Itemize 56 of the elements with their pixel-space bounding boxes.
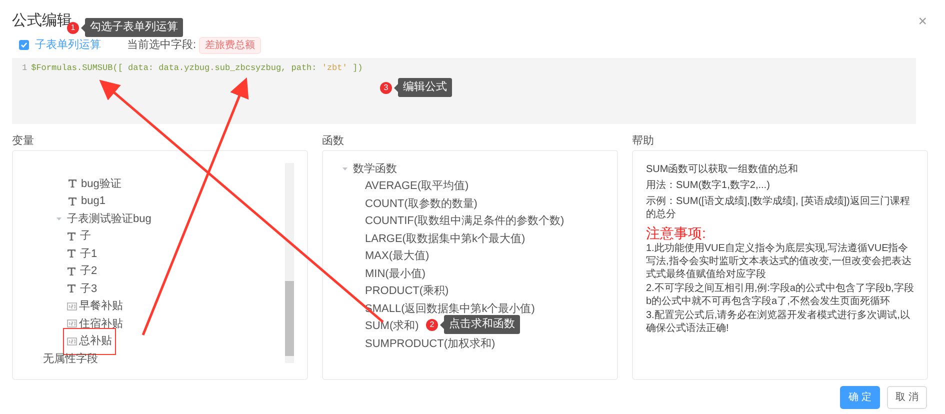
step-badge: 2 xyxy=(426,318,438,330)
tree-item[interactable]: 子3 xyxy=(80,280,98,297)
field-label: 当前选中字段: xyxy=(127,38,196,53)
caret-icon[interactable] xyxy=(341,164,349,173)
callout-tooltip: 编辑公式 xyxy=(398,78,452,97)
notes-heading: 注意事项: xyxy=(646,224,707,242)
number-type-icon xyxy=(67,302,77,311)
help-text: 2.不可字段之间互相引用,例:字段a的公式中包含了字段b,字段b的公式中就不可再包含字段a了,不然会发生页面死循环 xyxy=(646,282,914,308)
callout-tooltip: 勾选子表单列运算 xyxy=(85,18,183,37)
text-type-icon xyxy=(67,284,76,294)
help-text: 用法：SUM(数字1,数字2,...) xyxy=(646,179,771,192)
callout-pointer-icon xyxy=(440,320,444,328)
text-type-icon xyxy=(68,196,77,206)
panel-title: 变量 xyxy=(12,134,35,148)
tree-item[interactable]: bug验证 xyxy=(81,176,122,192)
tree-item[interactable]: 早餐补贴 xyxy=(79,298,123,314)
tree-item[interactable]: bug1 xyxy=(81,193,106,210)
function-item[interactable]: AVERAGE(取平均值) xyxy=(365,178,469,194)
function-item[interactable]: COUNT(取参数的数量) xyxy=(365,196,478,212)
number-type-icon xyxy=(67,336,77,346)
tree-item[interactable]: 子 xyxy=(80,228,91,244)
panel-title: 函数 xyxy=(322,134,345,148)
callout-pointer-icon xyxy=(81,24,85,32)
scrollbar[interactable] xyxy=(285,163,294,363)
tree-item[interactable]: 数学函数 xyxy=(353,160,397,177)
function-item[interactable]: SUMPRODUCT(加权求和) xyxy=(365,336,496,352)
help-text: SUM函数可以获取一组数值的总和 xyxy=(646,163,800,176)
function-item[interactable]: MAX(最大值) xyxy=(365,248,430,264)
text-type-icon xyxy=(68,179,77,188)
code-line: $Formulas.SUMSUB([ data: data.yzbug.sub_zbcsyzbug, path: 'zbt' ]) xyxy=(31,62,363,75)
caret-icon[interactable] xyxy=(55,214,63,223)
help-text: 3.配置完公式后,请务必在浏览器开发者模式进行多次调试,以确保公式语法正确! xyxy=(646,309,911,335)
cancel-button[interactable]: 取 消 xyxy=(887,386,927,409)
function-item[interactable]: SUM(求和) xyxy=(365,318,419,334)
tree-item[interactable]: 子2 xyxy=(80,263,98,280)
function-item[interactable]: MIN(最小值) xyxy=(365,266,426,282)
text-type-icon xyxy=(67,266,76,276)
line-number: 1 xyxy=(22,62,28,75)
function-item[interactable]: LARGE(取数据集中第k个最大值) xyxy=(365,230,526,247)
text-type-icon xyxy=(67,249,76,258)
text-type-icon xyxy=(67,232,76,241)
tree-item[interactable]: 总补贴 xyxy=(79,333,112,350)
function-item[interactable]: COUNTIF(取数组中满足条件的参数个数) xyxy=(365,213,564,230)
field-tag: 差旅费总额 xyxy=(199,36,262,54)
tree-item[interactable]: 子1 xyxy=(80,246,98,262)
function-item[interactable]: PRODUCT(乘积) xyxy=(365,283,449,300)
tree-item[interactable]: 无属性字段 xyxy=(43,350,98,367)
callout-pointer-icon xyxy=(394,84,398,92)
help-text: 1.此功能使用VUE自定义指令为底层实现,写法遵循VUE指令写法,指令会实时监听文本表达式的值改变,一但改变会把表达式式最终值赋值给对应字段 xyxy=(646,242,913,281)
tree-item[interactable]: 子表测试验证bug xyxy=(67,210,152,227)
help-text: 示例：SUM([语文成绩],[数学成绩], [英语成绩])返回三门课程的总分 xyxy=(646,195,911,221)
checkbox[interactable] xyxy=(19,40,29,50)
tree-item[interactable]: 住宿补贴 xyxy=(79,316,123,332)
number-type-icon xyxy=(67,319,77,328)
panel-title: 帮助 xyxy=(632,134,655,148)
callout-tooltip: 点击求和函数 xyxy=(444,315,520,334)
